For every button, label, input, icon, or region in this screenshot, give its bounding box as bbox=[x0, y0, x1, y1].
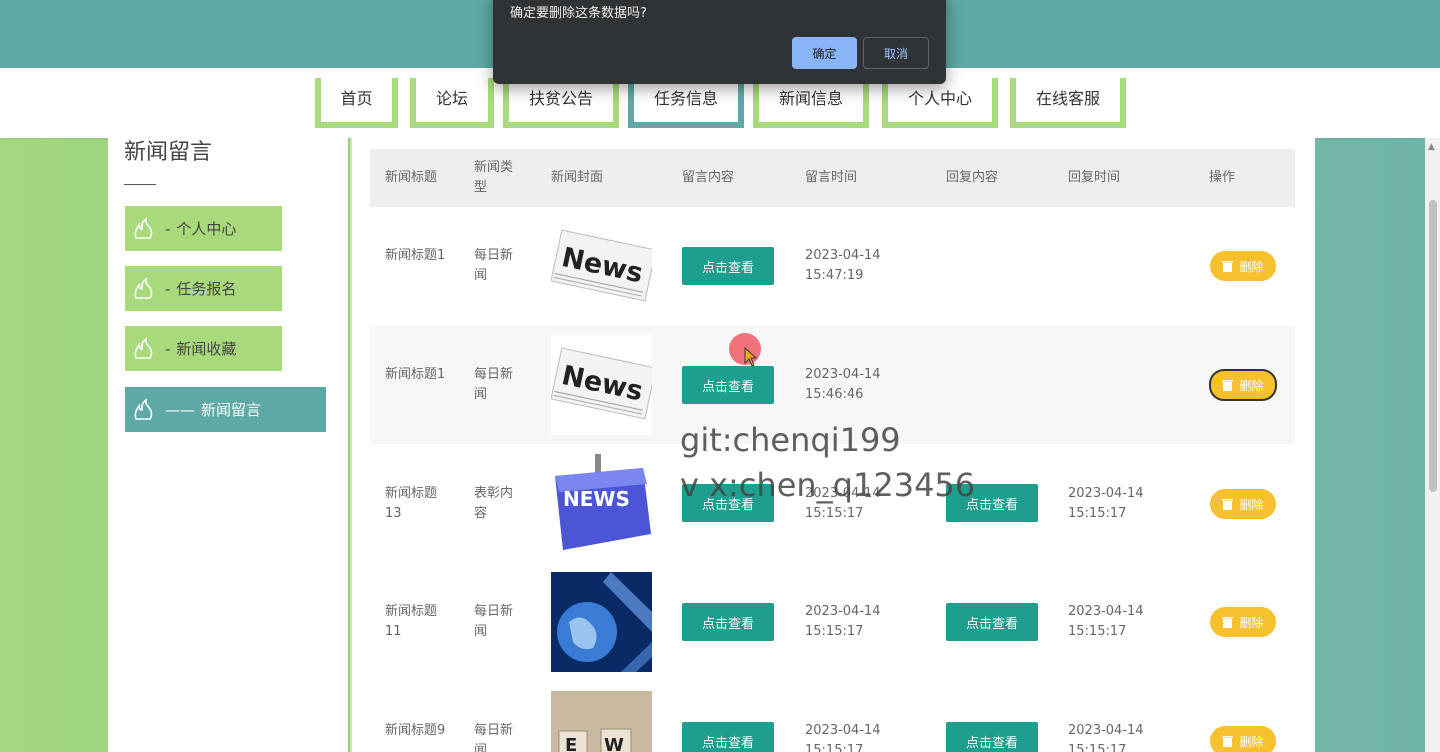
sidebar-item-task-registration[interactable]: - 任务报名 bbox=[125, 266, 282, 311]
cell-news-type: 每日新闻 bbox=[474, 723, 514, 752]
trash-icon bbox=[1222, 736, 1234, 747]
nav-announcements[interactable]: 扶贫公告 bbox=[503, 78, 619, 128]
svg-text:W: W bbox=[604, 735, 624, 752]
sidebar-item-label: 新闻收藏 bbox=[176, 340, 237, 358]
scroll-up-icon[interactable]: ▲ bbox=[1428, 142, 1435, 152]
cell-news-title: 新闻标题1 bbox=[385, 248, 446, 263]
nav-news[interactable]: 新闻信息 bbox=[753, 78, 869, 128]
watermark-line-2: v x:chen_q123456 bbox=[680, 466, 976, 504]
cell-reply-time: 2023-04-14 15:15:17 bbox=[1068, 604, 1144, 639]
header-news-title: 新闻标题 bbox=[385, 170, 438, 185]
svg-text:E: E bbox=[565, 735, 577, 752]
delete-label: 删除 bbox=[1239, 497, 1264, 512]
header-reply-time: 回复时间 bbox=[1068, 170, 1121, 185]
confirm-dialog: 确定要删除这条数据吗? 确定 取消 bbox=[493, 0, 946, 84]
delete-button[interactable]: 删除 bbox=[1210, 489, 1276, 519]
scrollbar-thumb[interactable] bbox=[1429, 200, 1437, 492]
delete-label: 删除 bbox=[1239, 259, 1264, 274]
header-news-type: 新闻类型 bbox=[474, 160, 514, 195]
view-message-button[interactable]: 点击查看 bbox=[682, 722, 774, 752]
cell-reply-time: 2023-04-14 15:15:17 bbox=[1068, 723, 1144, 752]
header-message-time: 留言时间 bbox=[805, 170, 858, 185]
trash-icon bbox=[1222, 380, 1234, 391]
news-cover-image: News bbox=[551, 217, 652, 317]
cell-news-title: 新闻标题13 bbox=[385, 486, 438, 521]
sidebar-item-label: 新闻留言 bbox=[201, 401, 262, 419]
view-reply-button[interactable]: 点击查看 bbox=[946, 722, 1038, 752]
news-cover-image: EW bbox=[551, 691, 652, 752]
header-reply-content: 回复内容 bbox=[946, 170, 999, 185]
nav-tasks[interactable]: 任务信息 bbox=[628, 78, 744, 128]
sidebar-dash: - bbox=[165, 219, 171, 238]
nav-label: 扶贫公告 bbox=[528, 89, 593, 108]
header-message-content: 留言内容 bbox=[682, 170, 735, 185]
flame-icon bbox=[134, 216, 153, 239]
trash-icon bbox=[1222, 499, 1234, 510]
cell-news-title: 新闻标题1 bbox=[385, 367, 446, 382]
delete-button[interactable]: 删除 bbox=[1210, 726, 1276, 752]
sidebar-title-rule bbox=[124, 184, 156, 185]
sidebar-item-personal-center[interactable]: - 个人中心 bbox=[125, 206, 282, 251]
news-cover-image: NEWS bbox=[551, 454, 652, 554]
watermark-line-1: git:chenqi199 bbox=[680, 421, 901, 459]
nav-label: 论坛 bbox=[435, 89, 468, 108]
sidebar-dash: - bbox=[165, 339, 171, 358]
nav-home[interactable]: 首页 bbox=[315, 78, 398, 128]
sidebar-dash: - bbox=[165, 279, 171, 298]
mouse-pointer-icon bbox=[744, 347, 758, 367]
view-message-button[interactable]: 点击查看 bbox=[682, 603, 774, 641]
cell-news-title: 新闻标题11 bbox=[385, 604, 438, 639]
flame-icon bbox=[134, 397, 153, 420]
delete-label: 删除 bbox=[1239, 378, 1264, 393]
svg-text:NEWS: NEWS bbox=[563, 487, 630, 511]
header-news-cover: 新闻封面 bbox=[551, 170, 604, 185]
delete-button[interactable]: 删除 bbox=[1210, 251, 1276, 281]
header-actions: 操作 bbox=[1209, 170, 1236, 185]
news-cover-image: News bbox=[551, 335, 652, 435]
nav-label: 个人中心 bbox=[907, 89, 972, 108]
news-cover-image bbox=[551, 572, 652, 672]
confirm-cancel-button[interactable]: 取消 bbox=[863, 37, 929, 69]
sidebar-item-news-favorites[interactable]: - 新闻收藏 bbox=[125, 326, 282, 371]
view-message-button[interactable]: 点击查看 bbox=[682, 366, 774, 404]
cell-news-type: 每日新闻 bbox=[474, 367, 514, 402]
view-reply-button[interactable]: 点击查看 bbox=[946, 603, 1038, 641]
sidebar: 新闻留言 - 个人中心 - 任务报名 - 新闻收藏 —— 新闻留言 bbox=[108, 138, 348, 752]
cell-news-type: 每日新闻 bbox=[474, 604, 514, 639]
sidebar-item-label: 任务报名 bbox=[176, 280, 237, 298]
sidebar-item-news-comments[interactable]: —— 新闻留言 bbox=[125, 387, 326, 432]
nav-forum[interactable]: 论坛 bbox=[410, 78, 494, 128]
nav-label: 首页 bbox=[340, 89, 373, 108]
delete-label: 删除 bbox=[1239, 734, 1264, 749]
trash-icon bbox=[1222, 261, 1234, 272]
flame-icon bbox=[134, 276, 153, 299]
delete-button[interactable]: 删除 bbox=[1210, 607, 1276, 637]
confirm-ok-button[interactable]: 确定 bbox=[792, 37, 857, 69]
view-message-button[interactable]: 点击查看 bbox=[682, 247, 774, 285]
cell-news-title: 新闻标题9 bbox=[385, 723, 446, 738]
delete-button[interactable]: 删除 bbox=[1209, 369, 1277, 401]
cell-message-time: 2023-04-14 15:47:19 bbox=[805, 248, 881, 283]
nav-personal-center[interactable]: 个人中心 bbox=[882, 78, 998, 128]
flame-icon bbox=[134, 336, 153, 359]
cell-news-type: 表彰内容 bbox=[474, 486, 514, 521]
cell-news-type: 每日新闻 bbox=[474, 248, 514, 283]
dialog-message: 确定要删除这条数据吗? bbox=[510, 6, 647, 21]
delete-label: 删除 bbox=[1239, 615, 1264, 630]
sidebar-title: 新闻留言 bbox=[124, 140, 213, 165]
nav-online-service[interactable]: 在线客服 bbox=[1010, 78, 1126, 128]
nav-label: 任务信息 bbox=[653, 89, 718, 108]
sidebar-dash: —— bbox=[165, 400, 195, 419]
nav-label: 新闻信息 bbox=[778, 89, 843, 108]
sidebar-item-label: 个人中心 bbox=[176, 220, 237, 238]
cell-message-time: 2023-04-14 15:46:46 bbox=[805, 367, 881, 402]
trash-icon bbox=[1222, 617, 1234, 628]
cell-message-time: 2023-04-14 15:15:17 bbox=[805, 604, 881, 639]
nav-label: 在线客服 bbox=[1035, 89, 1100, 108]
cell-message-time: 2023-04-14 15:15:17 bbox=[805, 723, 881, 752]
cell-reply-time: 2023-04-14 15:15:17 bbox=[1068, 486, 1144, 521]
